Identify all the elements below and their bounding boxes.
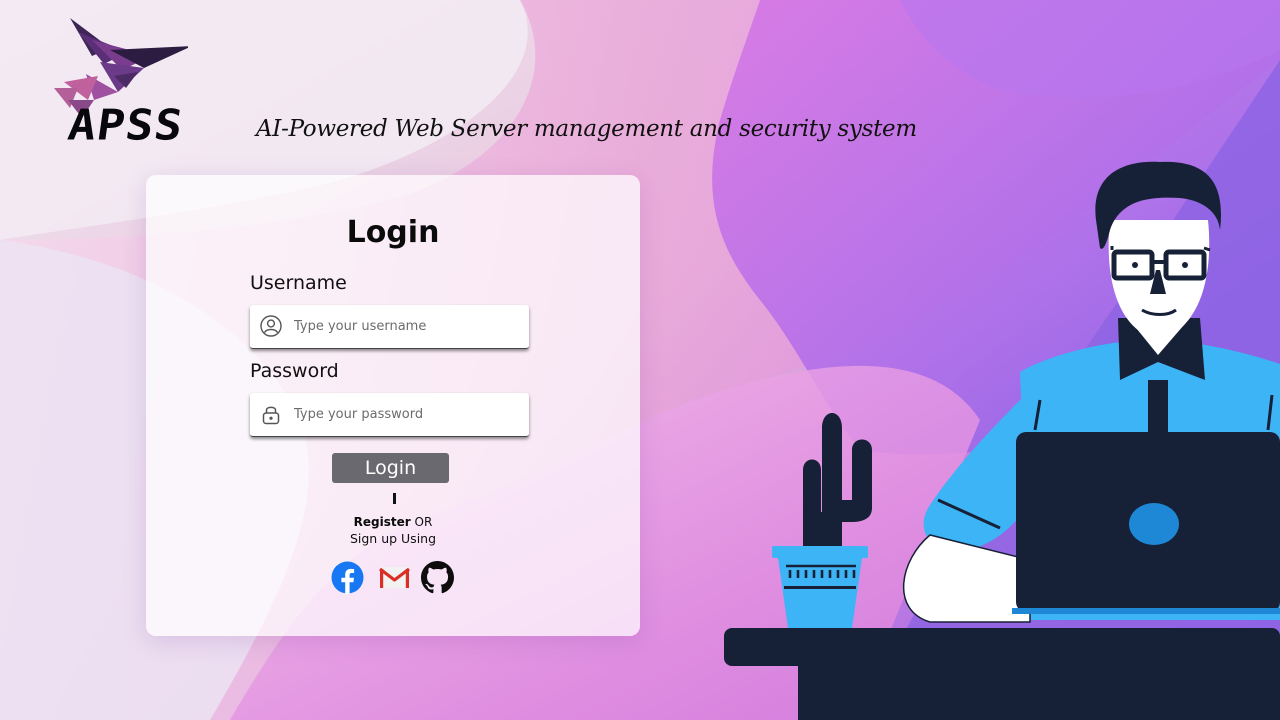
register-link[interactable]: Register xyxy=(354,515,411,529)
text-cursor xyxy=(393,493,396,504)
facebook-icon xyxy=(331,561,364,594)
password-input[interactable] xyxy=(294,393,520,436)
login-title: Login xyxy=(346,215,440,250)
laptop-logo xyxy=(1129,503,1179,545)
github-login-button[interactable] xyxy=(421,561,454,594)
username-field xyxy=(250,305,529,349)
register-line: Register OR xyxy=(146,515,640,529)
developer-illustration xyxy=(724,161,1280,720)
lock-icon xyxy=(262,406,280,425)
facebook-login-button[interactable] xyxy=(331,561,364,594)
user-icon xyxy=(260,315,282,337)
or-text: OR xyxy=(410,515,433,529)
gmail-login-button[interactable] xyxy=(378,561,411,594)
login-card: Login Username Password Login Register O… xyxy=(146,175,640,636)
desk-body xyxy=(798,640,1280,720)
username-label: Username xyxy=(250,272,347,294)
signup-text: Sign up Using xyxy=(349,531,437,546)
password-field xyxy=(250,393,529,437)
login-button[interactable]: Login xyxy=(332,453,449,483)
gmail-icon xyxy=(379,567,410,588)
github-icon xyxy=(421,561,454,594)
tagline: AI-Powered Web Server management and sec… xyxy=(256,116,917,142)
password-label: Password xyxy=(250,360,339,382)
brand-header: APSS AI-Powered Web Server management an… xyxy=(40,14,917,154)
logo-text: APSS xyxy=(65,100,187,150)
username-input[interactable] xyxy=(294,305,520,348)
hand xyxy=(903,534,1031,623)
cactus-icon xyxy=(772,413,872,628)
